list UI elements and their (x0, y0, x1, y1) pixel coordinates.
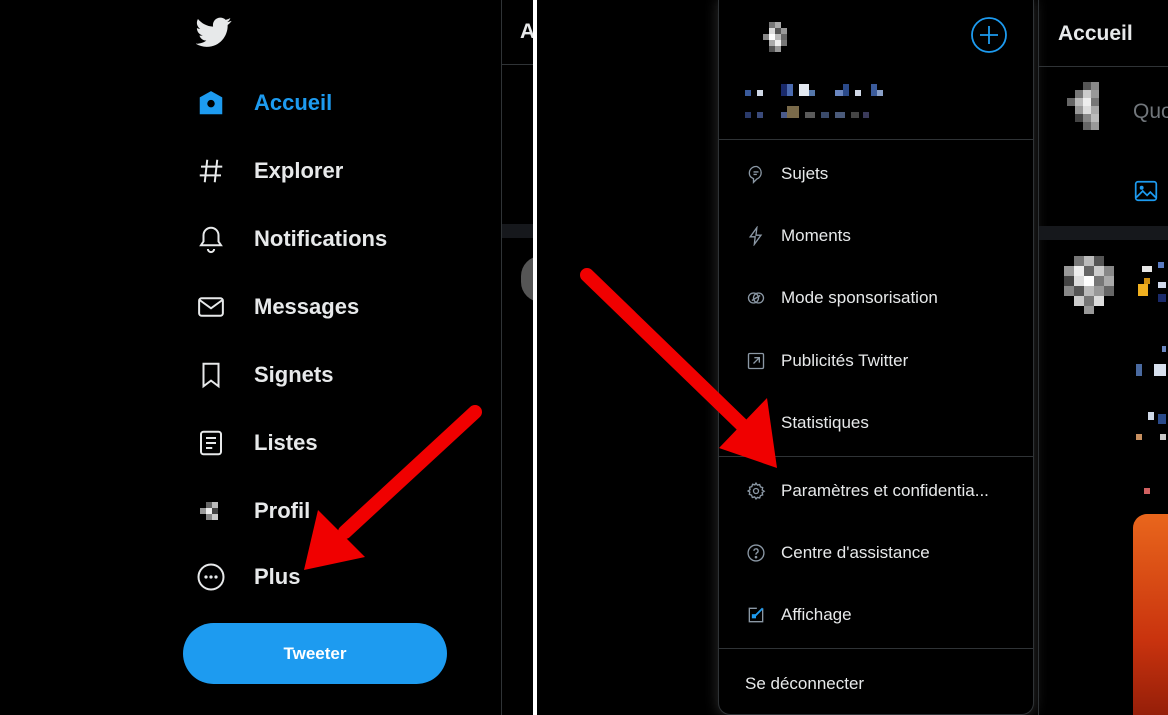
header-divider (1039, 66, 1168, 67)
logout-item[interactable]: Se déconnecter (745, 664, 864, 704)
menu-label: Mode sponsorisation (781, 288, 938, 307)
column-divider (501, 0, 502, 715)
menu-label: Moments (781, 226, 851, 245)
menu-item-parametres[interactable]: Paramètres et confidentia... (745, 471, 989, 511)
menu-item-mode-sponsorisation[interactable]: Mode sponsorisation (745, 278, 938, 318)
nav-item-accueil[interactable]: Accueil (194, 81, 332, 125)
header-divider (502, 64, 533, 65)
hashtag-icon (194, 154, 228, 188)
tweet-media-image[interactable] (1133, 514, 1168, 715)
nav-label: Notifications (254, 226, 388, 251)
nav-label: Listes (254, 430, 318, 455)
tweet-button[interactable]: Tweeter (183, 623, 447, 684)
compose-placeholder-fragment[interactable]: Quo (1133, 100, 1168, 124)
envelope-icon (194, 290, 228, 324)
add-account-icon[interactable] (970, 16, 1008, 54)
avatar (1067, 82, 1099, 130)
nav-item-signets[interactable]: Signets (194, 353, 333, 397)
nav-label: Signets (254, 362, 334, 387)
nav-item-plus[interactable]: Plus (194, 555, 300, 599)
topics-icon (745, 163, 767, 185)
right-screenshot: Sujets Moments Mode sponsorisation Publi… (537, 0, 1168, 715)
menu-item-affichage[interactable]: Affichage (745, 595, 852, 635)
account-name-pixelated (745, 84, 883, 118)
menu-label: Sujets (781, 164, 829, 183)
menu-item-sujets[interactable]: Sujets (745, 154, 828, 194)
more-menu: Sujets Moments Mode sponsorisation Publi… (718, 0, 1034, 715)
menu-divider (719, 648, 1033, 649)
nav-item-notifications[interactable]: Notifications (194, 217, 387, 261)
avatar (194, 494, 228, 528)
list-icon (194, 426, 228, 460)
more-circle-icon (194, 560, 228, 594)
bookmark-icon (194, 358, 228, 392)
lightning-icon (745, 225, 767, 247)
column-divider (1038, 0, 1039, 715)
avatar (521, 256, 533, 302)
home-icon (194, 86, 228, 120)
tweet-content-pixelated (1136, 262, 1166, 494)
section-band (502, 224, 533, 238)
left-screenshot: Accueil Explorer Notifications Messages … (0, 0, 533, 715)
stats-icon (745, 412, 767, 434)
nav-label: Profil (254, 498, 311, 523)
nav-label: Messages (254, 294, 360, 319)
menu-label: Paramètres et confidentia... (781, 481, 989, 500)
twitter-logo-icon[interactable] (196, 14, 232, 50)
external-arrow-icon (745, 350, 767, 372)
display-icon (745, 604, 767, 626)
nav-item-profil[interactable]: Profil (194, 489, 310, 533)
logout-label: Se déconnecter (745, 674, 865, 693)
image-icon[interactable] (1133, 178, 1159, 204)
avatar (1064, 256, 1114, 314)
nav-label: Explorer (254, 158, 344, 183)
nav-item-messages[interactable]: Messages (194, 285, 359, 329)
menu-label: Publicités Twitter (781, 351, 909, 370)
help-icon (745, 542, 767, 564)
menu-item-statistiques[interactable]: Statistiques (745, 403, 869, 443)
sponsor-icon (745, 287, 767, 309)
menu-label: Affichage (781, 605, 852, 624)
menu-divider (719, 139, 1033, 140)
gear-icon (745, 480, 767, 502)
menu-item-moments[interactable]: Moments (745, 216, 851, 256)
nav-label: Accueil (254, 90, 333, 115)
menu-label: Centre d'assistance (781, 543, 930, 562)
menu-divider (719, 456, 1033, 457)
bell-icon (194, 222, 228, 256)
nav-item-listes[interactable]: Listes (194, 421, 318, 465)
menu-item-centre-assistance[interactable]: Centre d'assistance (745, 533, 930, 573)
timeline-title: Accueil (1058, 22, 1133, 45)
menu-label: Statistiques (781, 413, 869, 432)
menu-item-publicites-twitter[interactable]: Publicités Twitter (745, 341, 908, 381)
section-band (1039, 226, 1168, 240)
avatar[interactable] (763, 22, 793, 62)
nav-item-explorer[interactable]: Explorer (194, 149, 343, 193)
timeline-title-fragment: A (520, 20, 533, 43)
nav-label: Plus (254, 564, 301, 589)
